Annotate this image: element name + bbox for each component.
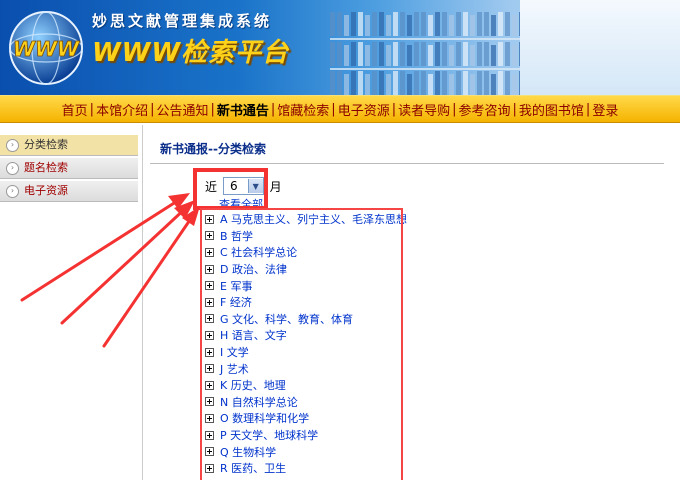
window-image [520,0,680,95]
svg-text:WWW: WWW [13,37,80,61]
chevron-right-icon: › [6,138,19,152]
platform-title: WWW检索平台 [92,38,290,68]
system-subtitle: 妙思文献管理集成系统 [92,12,273,30]
nav-link-3[interactable]: 新书通告 [216,100,270,119]
main-nav: 首页 | 本馆介绍 | 公告通知 | 新书通告 | 馆藏检索 | 电子资源 | 读者导购 | 参考咨询 | 我的… [0,95,680,123]
annotation-arrow-2 [60,204,190,325]
sidebar-item-label: 分类检索 [24,138,68,151]
month-suffix: 月 [269,179,282,194]
nav-link-0[interactable]: 首页 [61,100,89,119]
bookshelf-image [330,0,530,95]
nav-link-1[interactable]: 本馆介绍 [95,100,149,119]
sidebar-item-label: 题名检索 [24,161,68,174]
globe-logo-icon: WWW [9,11,83,85]
nav-link-2[interactable]: 公告通知 [155,100,209,119]
sidebar-item-1[interactable]: › 题名检索 [0,158,138,179]
sidebar-divider [142,125,143,480]
chevron-right-icon: › [6,161,19,175]
arrowhead-2 [174,200,195,219]
arrowhead-1 [168,193,190,209]
nav-link-6[interactable]: 读者导购 [397,100,451,119]
annotation-arrow-3 [102,212,196,348]
sidebar-item-label: 电子资源 [24,184,68,197]
chevron-right-icon: › [6,184,19,198]
nav-link-7[interactable]: 参考咨询 [458,100,512,119]
page-title: 新书通报--分类检索 [160,142,266,156]
nav-link-8[interactable]: 我的图书馆 [518,100,585,119]
nav-link-5[interactable]: 电子资源 [337,100,391,119]
nav-link-4[interactable]: 馆藏检索 [276,100,330,119]
highlight-box-categories [200,208,403,480]
header-banner: WWW 妙思文献管理集成系统 WWW检索平台 [0,0,680,95]
highlight-box-month [193,168,268,210]
sidebar-item-0[interactable]: › 分类检索 [0,135,138,156]
sidebar: › 分类检索 › 题名检索 › 电子资源 [0,135,138,204]
title-divider [150,163,664,164]
annotation-arrow-1 [20,196,184,302]
nav-link-9[interactable]: 登录 [591,100,619,119]
sidebar-item-2[interactable]: › 电子资源 [0,181,138,202]
